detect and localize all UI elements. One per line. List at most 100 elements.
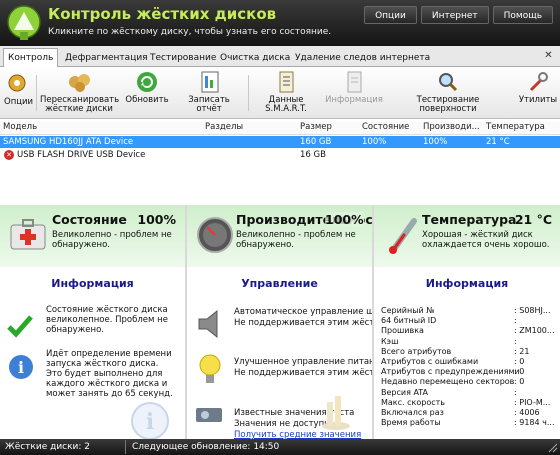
benchmark-icon [196,408,222,422]
column-model[interactable]: Модель [3,122,37,132]
svg-text:i: i [146,409,154,435]
startup-info-text: Идёт определение времени запуска жёстког… [46,349,173,399]
menu-internet-button[interactable]: Интернет [420,6,489,24]
info-key: Время работы [381,418,441,428]
table-header: Модель Разделы Размер Состояние Производ… [0,122,560,135]
app-subtitle: Кликните по жёсткому диску, чтобы узнать… [48,27,332,37]
status-divider [125,440,126,454]
table-row[interactable]: SAMSUNG HD160JJ ATA Device 160 GB 100% 1… [0,136,560,148]
menu-help-button[interactable]: Помощь [492,6,553,24]
info-icon: i [9,355,33,379]
device-state: 100% [362,137,387,147]
info-value: : S08HJ... [514,306,551,315]
power-management-label: Улучшенное управление питанием [234,357,372,367]
utilities-label: Утилиты [518,95,558,105]
performance-summary: Производительность 100% Великолепно - пр… [187,205,372,267]
column-temperature[interactable]: Температура [486,122,545,132]
tab-control[interactable]: Контроль [3,48,59,68]
info-value: : 21 [514,346,530,356]
info-value: : [514,387,517,397]
device-table: Модель Разделы Размер Состояние Производ… [0,122,560,202]
gauge-icon [197,217,233,253]
info-value: : ZM100... [514,326,555,336]
resize-grip-icon[interactable] [548,443,558,453]
info-value: : 0 [514,377,525,387]
error-icon: ✕ [4,150,14,160]
report-label: Записать отчёт [188,95,230,114]
temperature-value: 21 °C [514,212,552,227]
smart-data-button[interactable]: Данные S.M.A.R.T. [254,70,318,114]
temperature-panel: Температура 21 °C Хорошая - жёсткий диск… [374,205,560,439]
save-report-button[interactable]: Записать отчёт [176,70,242,114]
rescan-button[interactable]: Пересканировать жёсткие диски [40,70,119,114]
toolbar-divider [248,75,249,111]
refresh-icon [137,72,157,92]
info-key: Включался раз [381,408,444,417]
info-value: : [514,316,517,326]
info-key: Макс. скорость [381,397,445,407]
information-label: Информация [325,95,383,105]
report-icon [201,71,219,93]
device-model: SAMSUNG HD160JJ ATA Device [3,137,134,147]
status-panels: Состояние 100% Великолепно - проблем не … [0,205,560,439]
state-summary: Состояние 100% Великолепно - проблем не … [0,205,185,267]
tab-defragmentation[interactable]: Дефрагментация [61,50,152,67]
management-section-title: Управление [241,277,318,290]
options-icon [8,74,26,92]
device-size: 160 GB [300,137,332,147]
performance-description: Великолепно - проблем не обнаружено. [236,230,356,250]
info-key: Недавно перемещено секторов [381,377,515,387]
performance-value: 100% [325,212,364,227]
info-key: Всего атрибутов [381,346,452,356]
noise-management-label: Автоматическое управление шумом [234,307,372,317]
column-state[interactable]: Состояние [362,122,409,132]
hard-disk-count: Жёсткие диски: 2 [5,442,91,452]
options-button[interactable]: Опции [4,70,34,107]
info-key: Атрибутов с ошибками [381,357,479,366]
hdd-logo-icon [7,5,41,40]
power-management-status: Не поддерживается этим жёстким [234,368,372,378]
info-value: : 0 [514,367,525,377]
temperature-summary: Температура 21 °C Хорошая - жёсткий диск… [374,205,560,267]
refresh-button[interactable]: Обновить [124,70,170,105]
close-icon[interactable]: ✕ [543,51,554,62]
first-aid-kit-icon [10,219,46,250]
column-partitions[interactable]: Разделы [205,122,243,132]
info-value: : 4006 [514,408,540,417]
tab-bar: Контроль Дефрагментация Тестирование Очи… [0,46,560,68]
info-value: : PIO-M... [514,397,551,407]
table-row[interactable]: ✕ USB FLASH DRIVE USB Device 16 GB [0,149,560,161]
info-key: Серийный № [381,306,435,315]
info-value: : 9184 ч... [514,418,555,428]
state-section-title: Информация [51,277,134,290]
state-title: Состояние [52,212,127,227]
state-panel: Состояние 100% Великолепно - проблем не … [0,205,185,439]
toolbar: Опции Пересканировать жёсткие диски Обно… [0,67,560,119]
column-performance[interactable]: Производи... [423,122,480,132]
options-label: Опции [4,97,34,107]
app-title: Контроль жёстких дисков [48,5,277,23]
toolbar-divider [36,75,37,111]
state-description: Великолепно - проблем не обнаружено. [52,230,172,250]
utilities-icon [529,72,548,92]
next-update: Следующее обновление: 14:50 [132,442,280,452]
magnifier-icon [439,73,458,92]
menu-options-button[interactable]: Опции [364,6,417,24]
tab-internet-traces[interactable]: Удаление следов интернета [291,50,434,67]
info-value: : [514,336,517,346]
tab-testing[interactable]: Тестирование [146,50,220,67]
svg-text:i: i [18,358,24,377]
surface-label: Тестирование поверхности [416,95,480,114]
surface-test-button[interactable]: Тестирование поверхности [390,70,506,114]
column-size[interactable]: Размер [300,122,332,132]
info-key: Прошивка [381,326,424,336]
lightbulb-icon [199,354,221,383]
performance-panel: Производительность 100% Великолепно - пр… [187,205,372,439]
rescan-disks-icon [69,74,90,92]
info-key: Кэш [381,336,399,346]
information-icon [347,71,362,93]
information-button[interactable]: Информация [324,70,384,105]
tab-disk-cleanup[interactable]: Очистка диска [216,50,294,67]
utilities-button[interactable]: Утилиты [518,70,558,105]
temperature-description: Хорошая - жёсткий диск охлаждается очень… [422,230,550,250]
